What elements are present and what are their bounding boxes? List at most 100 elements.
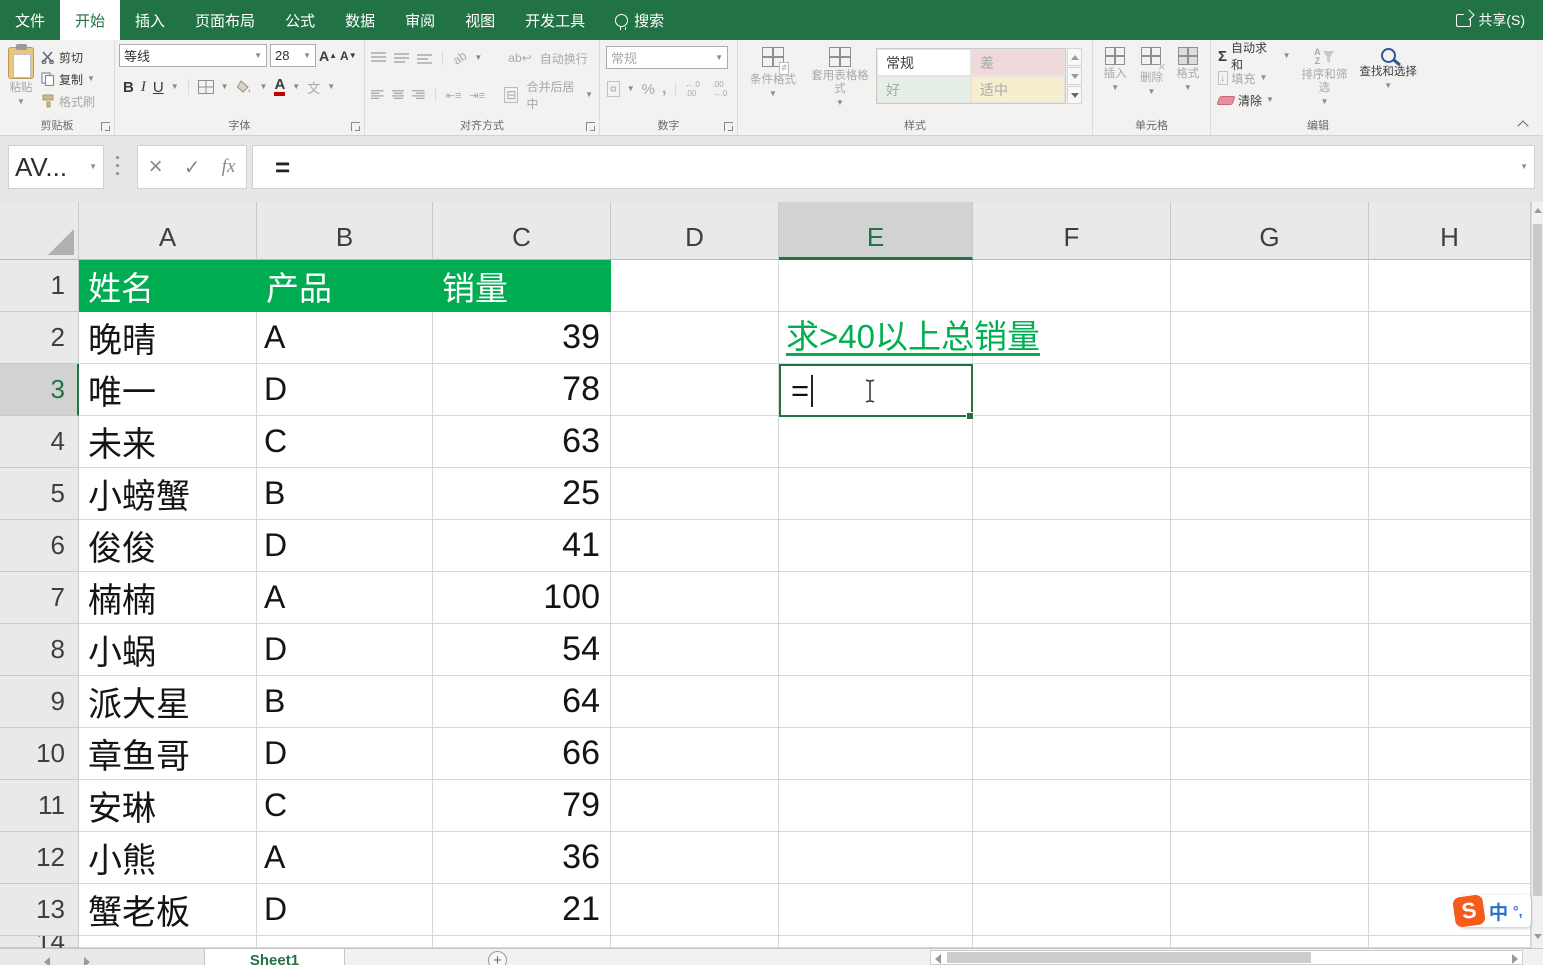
sort-filter-button[interactable]: AZ 排序和筛选 ▼ [1294, 44, 1356, 111]
accounting-format-icon[interactable]: ¤ [607, 81, 620, 97]
row-header-11[interactable]: 11 [0, 780, 79, 832]
column-header-B[interactable]: B [257, 202, 433, 260]
increase-indent-icon[interactable]: ⇥≡ [469, 89, 485, 102]
align-bottom-icon[interactable] [417, 52, 432, 64]
cell-E8[interactable] [779, 624, 973, 676]
cell-F9[interactable] [973, 676, 1171, 728]
format-cells-button[interactable]: 格式 ▼ [1170, 44, 1206, 99]
tab-search[interactable]: 搜索 [600, 0, 679, 40]
formula-input[interactable]: = ▼ [252, 145, 1535, 189]
cell-B7[interactable]: A [257, 572, 433, 624]
phonetic-chevron-icon[interactable]: ▼ [327, 83, 335, 91]
cell-A6[interactable]: 俊俊 [79, 520, 257, 572]
cell-H11[interactable] [1369, 780, 1531, 832]
clipboard-dialog-launcher[interactable] [101, 122, 110, 131]
cell-E4[interactable] [779, 416, 973, 468]
cell-A2[interactable]: 晚晴 [79, 312, 257, 364]
cell-style-3[interactable]: 好 [877, 76, 971, 103]
tab-home[interactable]: 开始 [60, 0, 121, 40]
share-button[interactable]: 共享(S) [1438, 0, 1543, 40]
cell-D12[interactable] [611, 832, 779, 884]
cell-A4[interactable]: 未来 [79, 416, 257, 468]
align-left-icon[interactable] [371, 89, 384, 101]
cell-G12[interactable] [1171, 832, 1369, 884]
cell-A8[interactable]: 小蜗 [79, 624, 257, 676]
column-header-C[interactable]: C [433, 202, 611, 260]
cell-B9[interactable]: B [257, 676, 433, 728]
cell-H10[interactable] [1369, 728, 1531, 780]
row-header-4[interactable]: 4 [0, 416, 79, 468]
horizontal-scrollbar-thumb[interactable] [947, 952, 1311, 963]
number-dialog-launcher[interactable] [724, 122, 733, 131]
sheet-tab-sheet1[interactable]: Sheet1 [205, 949, 345, 965]
row-header-8[interactable]: 8 [0, 624, 79, 676]
row-header-2[interactable]: 2 [0, 312, 79, 364]
cell-C9[interactable]: 64 [433, 676, 611, 728]
cell-G6[interactable] [1171, 520, 1369, 572]
cell-A9[interactable]: 派大星 [79, 676, 257, 728]
cell-E13[interactable] [779, 884, 973, 936]
cell-F10[interactable] [973, 728, 1171, 780]
cell-F14[interactable] [973, 936, 1171, 948]
column-header-G[interactable]: G [1171, 202, 1369, 260]
tab-data[interactable]: 数据 [330, 0, 390, 40]
cell-B13[interactable]: D [257, 884, 433, 936]
cell-B3[interactable]: D [257, 364, 433, 416]
row-header-12[interactable]: 12 [0, 832, 79, 884]
borders-icon[interactable] [197, 80, 214, 94]
cell-E11[interactable] [779, 780, 973, 832]
cell-D14[interactable] [611, 936, 779, 948]
tab-file[interactable]: 文件 [0, 0, 60, 40]
font-color-chevron-icon[interactable]: ▼ [292, 83, 300, 91]
cell-H12[interactable] [1369, 832, 1531, 884]
row-header-6[interactable]: 6 [0, 520, 79, 572]
cell-G9[interactable] [1171, 676, 1369, 728]
gallery-scroll-down-button[interactable] [1067, 67, 1082, 85]
cell-H2[interactable] [1369, 312, 1531, 364]
cell-A12[interactable]: 小熊 [79, 832, 257, 884]
cell-A5[interactable]: 小螃蟹 [79, 468, 257, 520]
row-header-10[interactable]: 10 [0, 728, 79, 780]
tab-view[interactable]: 视图 [450, 0, 510, 40]
cell-G4[interactable] [1171, 416, 1369, 468]
cell-D7[interactable] [611, 572, 779, 624]
column-header-E[interactable]: E [779, 202, 973, 260]
cell-C10[interactable]: 66 [433, 728, 611, 780]
gallery-scroll-up-button[interactable] [1067, 48, 1082, 66]
cell-A13[interactable]: 蟹老板 [79, 884, 257, 936]
cell-H5[interactable] [1369, 468, 1531, 520]
row-header-1[interactable]: 1 [0, 260, 79, 312]
cell-F8[interactable] [973, 624, 1171, 676]
cell-F3[interactable] [973, 364, 1171, 416]
fill-color-chevron-icon[interactable]: ▼ [260, 83, 268, 91]
cell-E1[interactable] [779, 260, 973, 312]
cell-F6[interactable] [973, 520, 1171, 572]
phonetic-button[interactable]: 文 [307, 78, 320, 97]
cell-H6[interactable] [1369, 520, 1531, 572]
cell-G1[interactable] [1171, 260, 1369, 312]
cell-E7[interactable] [779, 572, 973, 624]
cell-H3[interactable] [1369, 364, 1531, 416]
cell-D6[interactable] [611, 520, 779, 572]
horizontal-scrollbar[interactable] [930, 950, 1523, 965]
align-right-icon[interactable] [412, 89, 425, 101]
cell-G10[interactable] [1171, 728, 1369, 780]
ime-indicator[interactable]: S 中 °, [1452, 894, 1531, 928]
cell-H8[interactable] [1369, 624, 1531, 676]
font-name-select[interactable]: 等线 ▼ [119, 44, 267, 67]
merge-center-button[interactable]: 合并后居中 [526, 78, 577, 112]
scroll-up-icon[interactable] [1534, 208, 1542, 213]
cell-E9[interactable] [779, 676, 973, 728]
cell-F12[interactable] [973, 832, 1171, 884]
accounting-chevron-icon[interactable]: ▼ [627, 85, 635, 93]
prev-sheet-icon[interactable] [44, 957, 50, 965]
fill-color-icon[interactable] [236, 79, 253, 95]
comma-style-button[interactable]: , [662, 80, 666, 98]
align-center-icon[interactable] [391, 89, 405, 101]
tab-review[interactable]: 审阅 [390, 0, 450, 40]
gallery-more-button[interactable] [1067, 86, 1082, 104]
underline-button[interactable]: U [153, 79, 164, 96]
increase-font-button[interactable]: A ▲ [319, 48, 337, 64]
cell-G5[interactable] [1171, 468, 1369, 520]
format-painter-button[interactable]: 格式刷 [38, 90, 98, 112]
